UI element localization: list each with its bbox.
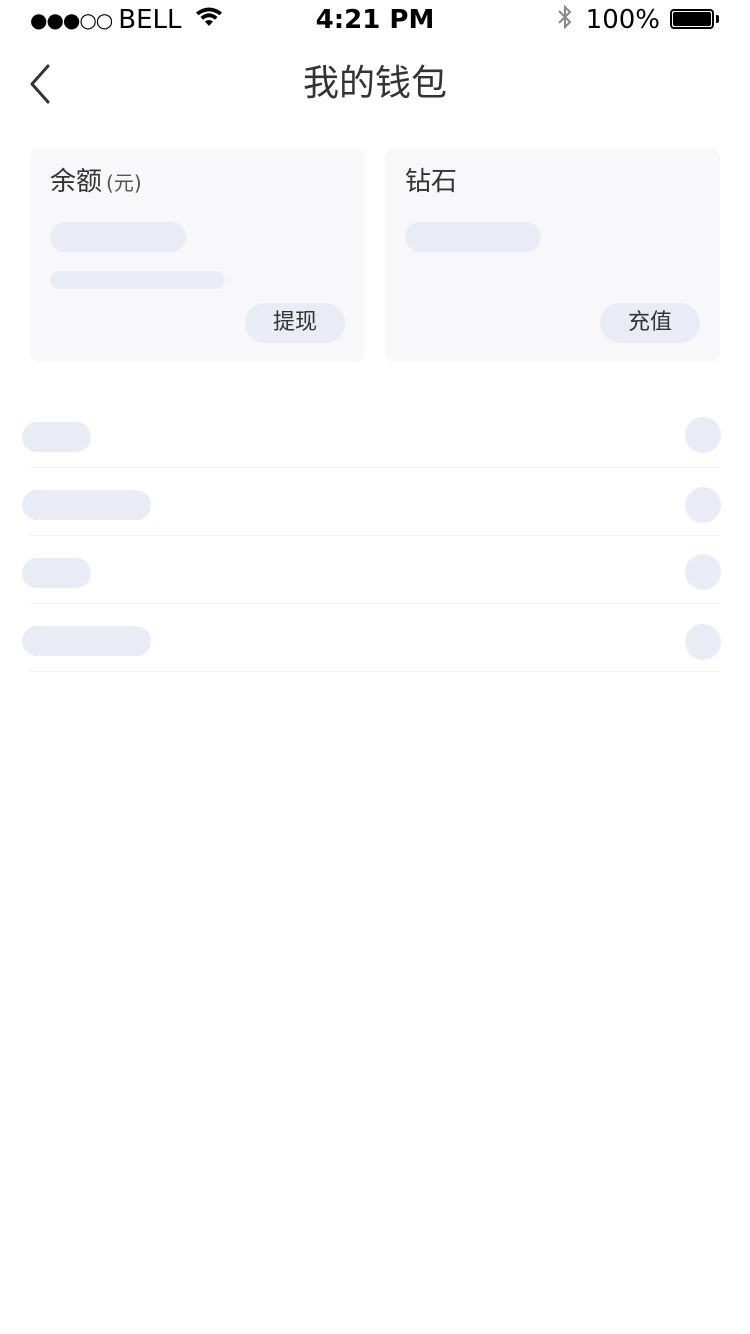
list-item-label-skeleton [22, 558, 91, 588]
diamond-title: 钻石 [405, 167, 458, 197]
wallet-list [0, 400, 750, 672]
list-item-icon-skeleton [685, 624, 721, 660]
withdraw-button[interactable]: 提现 [245, 303, 345, 343]
list-item-icon-skeleton [685, 417, 721, 453]
balance-subtext-skeleton [50, 271, 225, 289]
list-item-label-skeleton [22, 626, 151, 656]
list-item-icon-skeleton [685, 554, 721, 590]
status-bar: ●●●○○ BELL 4:21 PM 100% [0, 0, 750, 40]
battery-percent: 100% [585, 5, 660, 35]
list-item[interactable] [0, 468, 750, 536]
list-item[interactable] [0, 604, 750, 672]
recharge-button[interactable]: 充值 [600, 303, 700, 343]
balance-title-row: 余额 (元) [50, 162, 142, 203]
balance-title: 余额 [50, 167, 103, 197]
balance-amount-skeleton [50, 222, 186, 252]
page-title: 我的钱包 [302, 63, 447, 104]
diamond-amount-skeleton [405, 222, 541, 252]
list-item[interactable] [0, 536, 750, 604]
list-item-label-skeleton [22, 490, 151, 520]
balance-unit: (元) [106, 171, 142, 195]
balance-card: 余额 (元) 提现 [30, 148, 365, 362]
bluetooth-icon [556, 3, 586, 38]
list-item[interactable] [0, 400, 750, 468]
battery-icon [670, 9, 720, 31]
list-item-icon-skeleton [685, 487, 721, 523]
list-item-label-skeleton [22, 422, 91, 452]
diamond-card: 钻石 充值 [385, 148, 720, 362]
status-right: 100% [556, 4, 720, 36]
navigation-bar: 我的钱包 [0, 44, 750, 124]
divider [30, 671, 720, 672]
